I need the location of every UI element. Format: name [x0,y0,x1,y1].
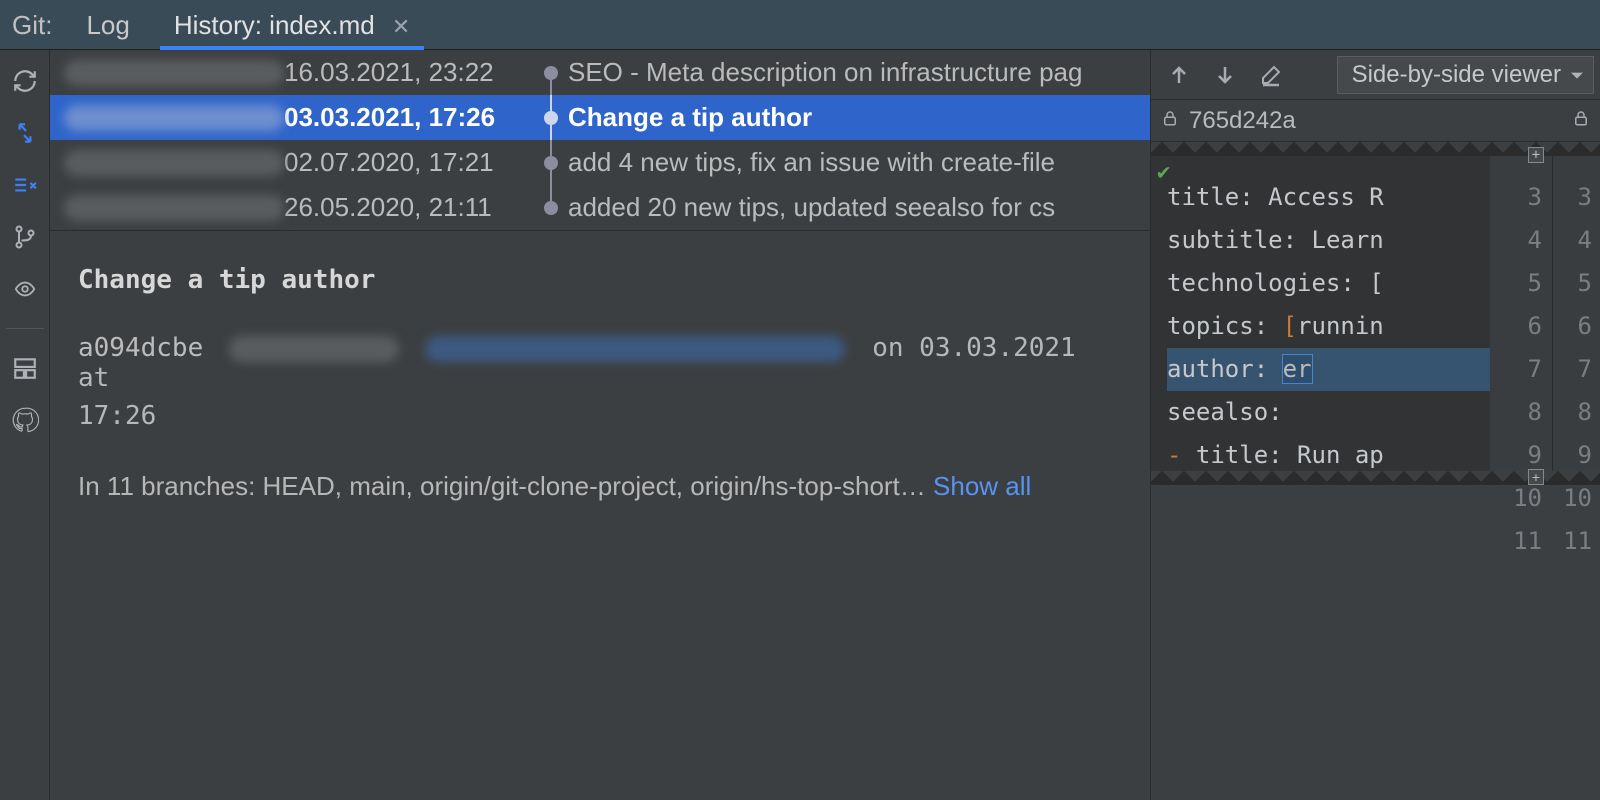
viewer-mode-dropdown[interactable]: Side-by-side viewer [1337,56,1594,94]
commit-when-time: 17:26 [78,401,1122,431]
gutter-line: 6 [1553,305,1592,348]
lines-diff-icon[interactable] [10,170,40,200]
gutter-line: 4 [1490,219,1542,262]
fold-expand-top[interactable]: + [1528,147,1544,163]
gutter-line: 6 [1490,305,1542,348]
gutter-line: 3 [1553,176,1592,219]
diff-hash-bar: 765d242a [1151,100,1600,142]
author-redacted [64,105,284,131]
code-line: author: er [1167,348,1490,391]
commit-message: added 20 new tips, updated seealso for c… [568,192,1055,223]
commit-date: 02.07.2020, 17:21 [284,147,544,178]
gutter-line: 11 [1553,520,1592,563]
gutter-line: 8 [1490,391,1542,434]
gutter-right: 34567891011 [1552,156,1600,471]
gutter-line: 7 [1490,348,1542,391]
separator [6,328,44,329]
author-redacted [229,336,399,362]
graph-node-icon [544,66,558,80]
commit-row[interactable]: 26.05.2020, 21:11 added 20 new tips, upda… [50,185,1150,230]
tab-history[interactable]: History: index.md ✕ [152,0,433,49]
commit-message: Change a tip author [568,102,812,133]
gutter-line: 3 [1490,176,1542,219]
next-change-icon[interactable] [1211,61,1239,89]
branches-text: In 11 branches: HEAD, main, origin/git-c… [78,471,926,501]
branch-icon[interactable] [10,222,40,252]
tab-history-label: History: index.md [174,10,375,40]
commit-message: SEO - Meta description on infrastructure… [568,57,1082,88]
diff-panel: Side-by-side viewer 765d242a ✔ + title: … [1150,50,1600,800]
github-icon[interactable] [10,405,40,435]
commit-hash: a094dcbe [78,333,203,363]
graph-node-icon [544,111,558,125]
gutter-line: 11 [1490,520,1542,563]
commit-branches: In 11 branches: HEAD, main, origin/git-c… [78,471,1122,502]
diff-code: title: Access Rsubtitle: Learntechnologi… [1151,156,1490,471]
commit-date: 16.03.2021, 23:22 [284,57,544,88]
author-redacted [64,60,284,86]
commit-row[interactable]: 16.03.2021, 23:22 SEO - Meta description … [50,50,1150,95]
graph-node-icon [544,201,558,215]
gutter-line: 7 [1553,348,1592,391]
gutter-line: 5 [1490,262,1542,305]
lock-icon [1161,107,1179,135]
refresh-icon[interactable] [10,66,40,96]
commit-date: 26.05.2020, 21:11 [284,192,544,223]
gutter-left: 34567891011 [1490,156,1552,471]
code-line: seealso: [1167,391,1490,434]
git-prefix-label: Git: [10,0,64,49]
commit-message: add 4 new tips, fix an issue with create… [568,147,1055,178]
gutter-line: 8 [1553,391,1592,434]
diff-toolbar: Side-by-side viewer [1151,50,1600,100]
gutter-line: 4 [1553,219,1592,262]
code-line: title: Access R [1167,176,1490,219]
email-redacted [425,336,845,362]
code-line: topics: [runnin [1167,305,1490,348]
commit-title: Change a tip author [78,265,1122,295]
layout-icon[interactable] [10,353,40,383]
fold-expand-bottom[interactable]: + [1528,469,1544,485]
left-tool-rail [0,50,50,800]
diff-commit-hash: 765d242a [1189,107,1296,135]
show-all-link[interactable]: Show all [933,471,1031,501]
author-redacted [64,150,284,176]
gutter-line: 5 [1553,262,1592,305]
diff-editor[interactable]: ✔ + title: Access Rsubtitle: Learntechno… [1151,156,1600,471]
compare-icon[interactable] [10,118,40,148]
lock-icon-right [1572,107,1590,135]
author-redacted [64,195,284,221]
commit-meta: a094dcbe on 03.03.2021 at [78,333,1122,393]
close-icon[interactable]: ✕ [392,14,410,39]
commit-row[interactable]: 02.07.2020, 17:21 add 4 new tips, fix an … [50,140,1150,185]
commit-list: 16.03.2021, 23:22 SEO - Meta description … [50,50,1150,230]
code-line: technologies: [ [1167,262,1490,305]
code-line: - title: Run ap [1167,434,1490,471]
main-area: 16.03.2021, 23:22 SEO - Meta description … [0,50,1600,800]
graph-node-icon [544,156,558,170]
inspection-ok-icon: ✔ [1157,160,1170,185]
code-line: subtitle: Learn [1167,219,1490,262]
tab-log[interactable]: Log [64,0,151,49]
git-tabs-bar: Git: Log History: index.md ✕ [0,0,1600,50]
eye-icon[interactable] [10,274,40,304]
edit-icon[interactable] [1257,61,1285,89]
center-column: 16.03.2021, 23:22 SEO - Meta description … [50,50,1150,800]
prev-change-icon[interactable] [1165,61,1193,89]
commit-row[interactable]: 03.03.2021, 17:26 Change a tip author [50,95,1150,140]
commit-details: Change a tip author a094dcbe on 03.03.20… [50,230,1150,800]
commit-date: 03.03.2021, 17:26 [284,102,544,133]
